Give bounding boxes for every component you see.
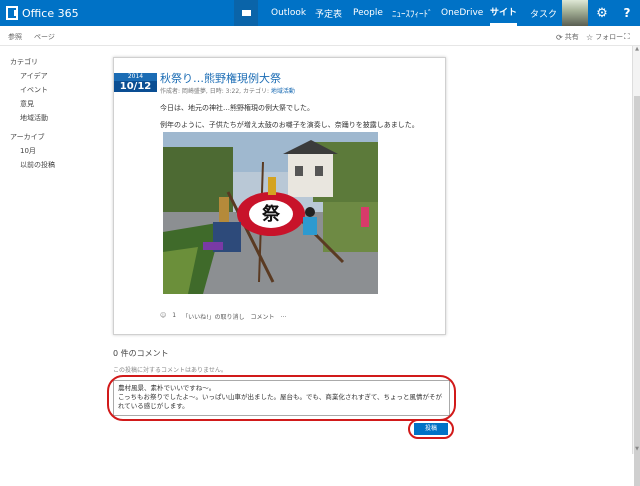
nav-people[interactable]: People [353,0,383,26]
nav-calendar[interactable]: 予定表 [315,0,342,26]
nav-newsfeed[interactable]: ﾆｭｰｽﾌｨｰﾄﾞ [392,0,433,26]
categories-heading[interactable]: カテゴリ [10,55,55,69]
user-avatar[interactable] [562,0,588,26]
scrollbar-thumb[interactable] [634,96,640,486]
post-meta-text: 作成者: 岡崎盛夢, 日時: 3:22, カテゴリ: [160,88,269,95]
archive-older-posts[interactable]: 以前の投稿 [10,158,55,172]
nav-onedrive[interactable]: OneDrive [441,0,483,26]
post-paragraph-2: 例年のように、子供たちが増え太鼓のお囃子を演奏し、奈踊りを披露しあました。 [160,121,419,129]
post-paragraph-1: 今日は、地元の神社…熊野権現の例大祭でした。 [160,104,314,112]
post-category-link[interactable]: 地域活動 [271,88,295,95]
category-events[interactable]: イベント [10,83,55,97]
festival-kanji: 祭 [261,203,281,225]
brand-label: Office 365 [22,6,79,20]
share-icon: ⟳ [556,32,563,42]
archive-heading[interactable]: アーカイブ [10,130,55,144]
unlike-link[interactable]: 「いいね!」の取り消し [182,312,244,321]
highlight-ring-comment [107,375,456,421]
scroll-up-icon[interactable]: ▲ [633,46,640,54]
post-footer: ☺ 1 「いいね!」の取り消し コメント … [160,312,287,321]
category-opinions[interactable]: 意見 [10,97,55,111]
gear-icon[interactable]: ⚙ [590,0,614,26]
star-icon: ☆ [586,32,594,42]
left-navigation: カテゴリ アイデア イベント 意見 地域活動 アーカイブ 10月 以前の投稿 [10,55,55,172]
like-count: 1 [172,312,177,319]
office365-brand[interactable]: Office 365 [6,0,79,26]
post-date-badge: 2014 10/12 [114,73,157,92]
nav-outlook[interactable]: Outlook [271,0,306,26]
post-meta: 作成者: 岡崎盛夢, 日時: 3:22, カテゴリ: 地域活動 [160,86,295,95]
festival-photo: 祭 [163,132,378,294]
category-ideas[interactable]: アイデア [10,69,55,83]
post-title[interactable]: 秋祭り…熊野権現例大祭 [160,70,281,86]
tab-browse[interactable]: 参照 [8,32,22,42]
archive-october[interactable]: 10月 [10,144,55,158]
nav-sites[interactable]: サイト [490,0,518,26]
nav-tasks[interactable]: タスク [530,0,557,26]
highlight-ring-button [408,419,454,439]
follow-button[interactable]: ☆ フォロー [586,32,623,42]
focus-icon[interactable]: ⛶ [624,32,632,42]
comment-count: 0 件のコメント [113,349,169,358]
mail-icon[interactable] [234,0,258,26]
share-button[interactable]: ⟳ 共有 [556,32,579,42]
follow-label: フォロー [595,33,624,41]
vertical-scrollbar[interactable]: ▲ ▼ [632,46,640,486]
office-logo-icon [6,6,18,20]
like-icon: ☺ [160,312,167,319]
comment-link[interactable]: コメント [251,312,275,321]
share-label: 共有 [564,33,579,41]
post-year: 2014 [114,73,157,81]
help-icon[interactable]: ? [614,0,640,26]
category-community[interactable]: 地域活動 [10,111,55,125]
tab-page[interactable]: ページ [34,32,55,42]
ribbon: 参照 ページ ⟳ 共有 ☆ フォロー ⛶ [0,26,640,46]
scroll-down-icon[interactable]: ▼ [633,446,640,454]
no-comments-message: この投稿に対するコメントはありません。 [113,367,227,374]
more-options-icon[interactable]: … [281,312,287,321]
post-month-day: 10/12 [114,81,157,92]
